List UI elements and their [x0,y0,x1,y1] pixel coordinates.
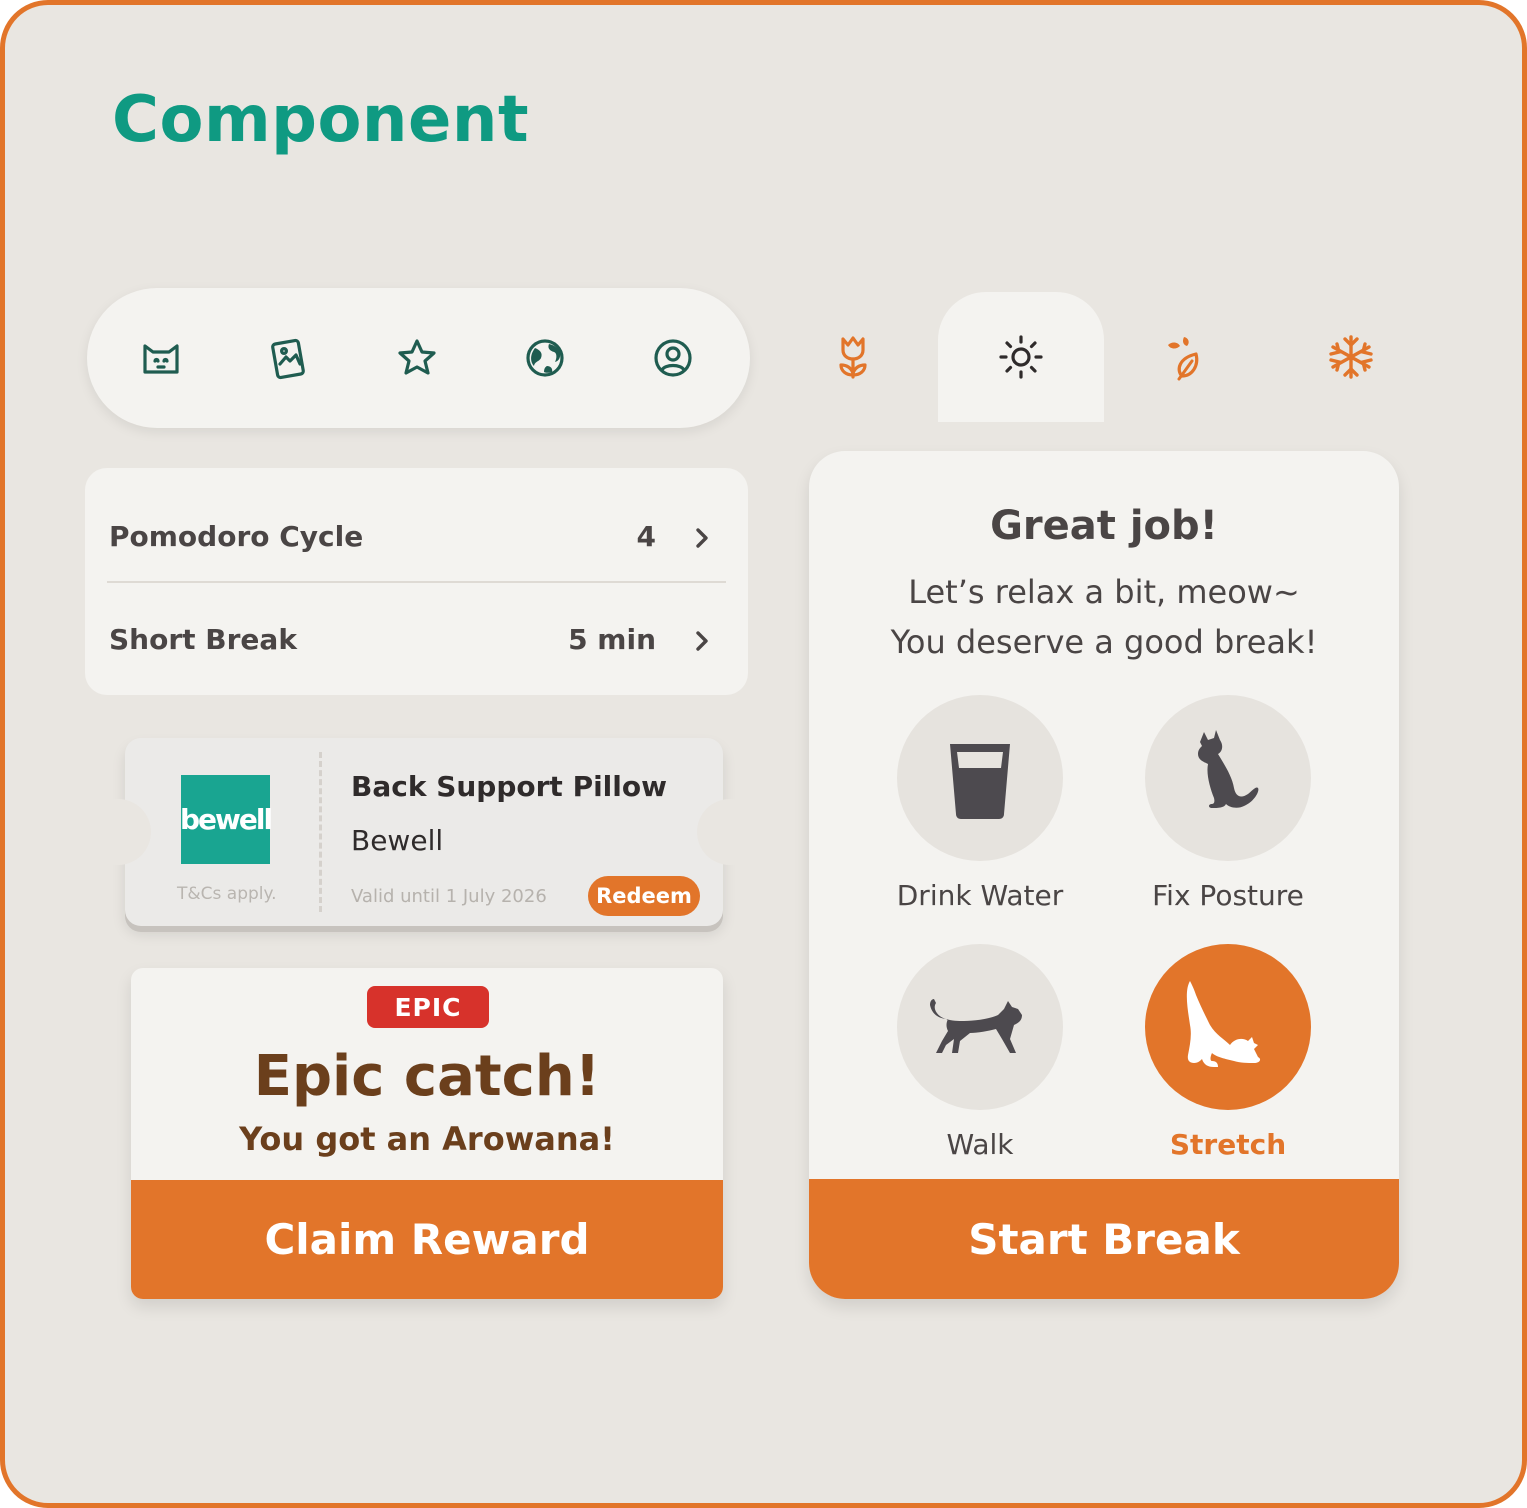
water-glass-icon [950,744,1010,819]
sun-icon [999,335,1043,379]
setting-label: Pomodoro Cycle [109,520,364,553]
globe-icon[interactable] [523,336,567,380]
setting-label: Short Break [109,623,297,656]
stretching-cat-icon [1186,981,1261,1067]
snowflake-icon [1329,335,1373,379]
walking-cat-icon [930,999,1022,1053]
season-tab-spring[interactable] [770,292,936,422]
season-tab-autumn[interactable] [1103,292,1269,422]
activity-drink-water[interactable]: Drink Water [895,695,1065,912]
component-frame: Component Pomodoro Cycle 4 Short Break 5… [0,0,1527,1508]
activity-label: Walk [946,1128,1014,1161]
activity-circle [897,695,1063,861]
short-break-row[interactable]: Short Break 5 min [109,579,724,692]
terms-text[interactable]: T&Cs apply. [177,884,277,904]
redeem-button[interactable]: Redeem [588,876,700,916]
star-icon[interactable] [395,336,439,380]
profile-icon[interactable] [651,336,695,380]
season-tab-winter[interactable] [1268,292,1434,422]
reward-coupon: bewell T&Cs apply. Back Support Pillow B… [85,738,763,926]
sitting-cat-icon [1198,730,1259,808]
catch-reward-card: EPIC Epic catch! You got an Arowana! Cla… [131,968,723,1299]
page-title: Component [112,83,530,157]
bottom-nav-bar [87,288,750,428]
activity-walk[interactable]: Walk [895,944,1065,1161]
setting-value: 4 [636,520,656,553]
activity-label: Fix Posture [1152,879,1304,912]
catch-title: Epic catch! [253,1044,601,1109]
chevron-right-icon [696,631,708,651]
catch-subtitle: You got an Arowana! [239,1120,615,1158]
coupon-validity: Valid until 1 July 2026 [351,886,547,907]
coupon-brand: Bewell [351,824,444,857]
rarity-badge: EPIC [367,986,489,1028]
tulip-icon [839,336,867,379]
season-tab-summer[interactable] [938,292,1104,422]
activity-circle [897,944,1063,1110]
coupon-notch [85,799,151,865]
timer-settings-card: Pomodoro Cycle 4 Short Break 5 min [85,468,748,695]
brand-logo: bewell [180,775,273,864]
break-card: Great job! Let’s relax a bit, meow~ You … [809,451,1399,1299]
activity-circle [1145,944,1311,1110]
coupon-separator [319,752,322,912]
break-message-line-1: Let’s relax a bit, meow~ [908,573,1300,611]
coupon-notch [697,799,763,865]
pomodoro-cycle-row[interactable]: Pomodoro Cycle 4 [109,476,724,589]
activity-label: Stretch [1169,1128,1287,1161]
activity-label: Drink Water [896,879,1064,912]
chevron-right-icon [696,528,708,548]
setting-value: 5 min [568,623,656,656]
activity-circle [1145,695,1311,861]
cat-icon[interactable] [139,336,183,380]
activity-fix-posture[interactable]: Fix Posture [1143,695,1313,912]
coupon-title: Back Support Pillow [351,770,667,803]
photo-card-icon[interactable] [267,336,311,380]
claim-reward-button[interactable]: Claim Reward [131,1180,723,1299]
break-message-line-2: You deserve a good break! [890,623,1318,661]
leaves-icon [1168,337,1199,381]
start-break-button[interactable]: Start Break [809,1179,1399,1299]
break-title: Great job! [990,503,1218,549]
activity-stretch[interactable]: Stretch [1143,944,1313,1161]
